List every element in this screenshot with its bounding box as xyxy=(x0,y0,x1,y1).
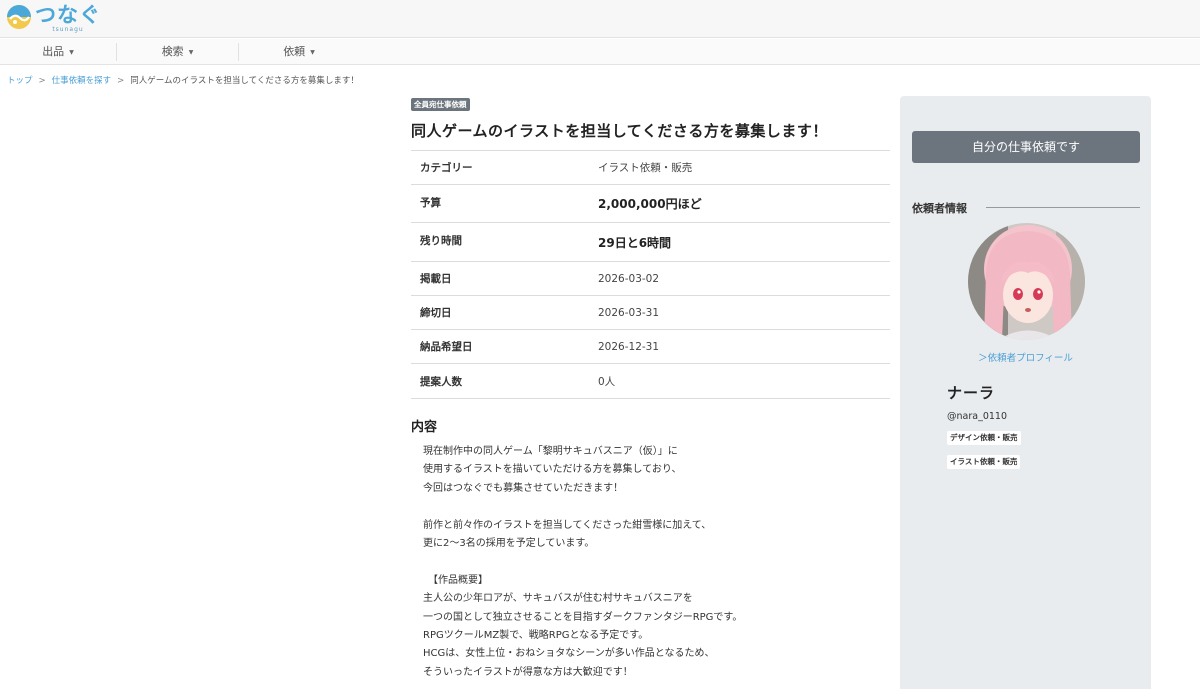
description-line: 更に2〜3名の採用を予定しています。 xyxy=(423,538,595,550)
posted-date-value: 2026-03-02 xyxy=(598,261,890,296)
job-detail: 全員宛仕事依頼 同人ゲームのイラストを担当してくださる方を募集します！ カテゴリ… xyxy=(411,96,891,682)
breadcrumb-separator: > xyxy=(38,76,46,86)
table-row: カテゴリー イラスト依頼・販売 xyxy=(411,150,890,185)
nav-item-listing[interactable]: 出品 ▼ xyxy=(0,39,116,64)
proposal-count-value: 0人 xyxy=(598,363,890,399)
table-row: 予算 2,000,000円ほど xyxy=(411,184,890,223)
description-line: RPGツクールMZ製で、戦略RPGとなる予定です。 xyxy=(423,630,649,642)
budget-label: 予算 xyxy=(411,184,598,223)
heading-divider xyxy=(986,207,1140,208)
job-description: 現在制作中の同人ゲーム「黎明サキュバスニア（仮）」に 使用するイラストを描いてい… xyxy=(411,443,891,682)
requester-tag[interactable]: イラスト依頼・販売 xyxy=(947,455,1021,469)
site-header: つなぐ tsunagu xyxy=(0,0,1200,38)
job-type-badge: 全員宛仕事依頼 xyxy=(411,98,470,111)
breadcrumb: トップ > 仕事依頼を探す > 同人ゲームのイラストを担当してくださる方を募集します！ xyxy=(7,74,359,86)
caret-down-icon: ▼ xyxy=(310,48,315,56)
description-line: 前作と前々作のイラストを担当してくださった紺雪様に加えて、 xyxy=(423,519,712,531)
own-request-button[interactable]: 自分の仕事依頼です xyxy=(912,131,1140,163)
category-value: イラスト依頼・販売 xyxy=(598,150,890,185)
deadline-value: 2026-03-31 xyxy=(598,295,890,330)
logo-mark-icon xyxy=(6,4,32,30)
description-line: 一つの国として独立させることを目指すダークファンタジーRPGです。 xyxy=(423,611,743,623)
delivery-date-label: 納品希望日 xyxy=(411,329,598,364)
content-heading: 内容 xyxy=(411,420,438,435)
nav-item-label: 出品 xyxy=(42,45,65,58)
page-title: 同人ゲームのイラストを担当してくださる方を募集します！ xyxy=(411,122,828,140)
description-line: そういったイラストが得意な方は大歓迎です！ xyxy=(423,666,633,678)
budget-value: 2,000,000円ほど xyxy=(598,184,890,223)
description-line: 主人公の少年ロアが、サキュバスが住む村サキュバスニアを xyxy=(423,593,693,605)
description-line: 【作品概要】 xyxy=(423,574,488,586)
requester-info-heading: 依頼者情報 xyxy=(912,202,967,215)
caret-down-icon: ▼ xyxy=(188,48,194,56)
description-line: 今回はつなぐでも募集させていただきます！ xyxy=(423,482,624,494)
table-row: 納品希望日 2026-12-31 xyxy=(411,329,890,364)
main-nav: 出品 ▼ 検索 ▼ 依頼 ▼ xyxy=(0,39,1200,65)
job-info-table: カテゴリー イラスト依頼・販売 予算 2,000,000円ほど 残り時間 29日… xyxy=(411,150,890,399)
breadcrumb-current: 同人ゲームのイラストを担当してくださる方を募集します！ xyxy=(130,76,359,86)
deadline-label: 締切日 xyxy=(411,295,598,330)
logo-subtext: tsunagu xyxy=(52,26,84,33)
description-line: 現在制作中の同人ゲーム「黎明サキュバスニア（仮）」に xyxy=(423,446,678,457)
caret-down-icon: ▼ xyxy=(69,48,74,56)
table-row: 提案人数 0人 xyxy=(411,363,890,399)
logo-text: つなぐ tsunagu xyxy=(35,4,101,33)
requester-profile-link[interactable]: ＞依頼者プロフィール xyxy=(900,350,1151,364)
avatar-illustration-icon xyxy=(968,223,1085,340)
avatar[interactable] xyxy=(968,223,1085,340)
requester-sidebar: 自分の仕事依頼です 依頼者情報 ＞依頼者プロフィール ナーラ @nara_011… xyxy=(900,96,1151,689)
nav-item-label: 依頼 xyxy=(283,45,306,58)
table-row: 締切日 2026-03-31 xyxy=(411,295,890,330)
breadcrumb-separator: > xyxy=(117,76,125,86)
requester-id: @nara_0110 xyxy=(947,411,1007,422)
description-blank-line xyxy=(423,498,891,516)
logo-wordmark: つなぐ xyxy=(35,3,101,27)
description-blank-line xyxy=(423,553,891,571)
description-line: HCGは、女性上位・おねショタなシーンが多い作品となるため、 xyxy=(423,648,715,660)
delivery-date-value: 2026-12-31 xyxy=(598,329,890,364)
requester-name: ナーラ xyxy=(947,384,996,402)
category-label: カテゴリー xyxy=(411,150,598,185)
time-remaining-label: 残り時間 xyxy=(411,222,598,262)
nav-item-label: 検索 xyxy=(161,45,184,58)
proposal-count-label: 提案人数 xyxy=(411,363,598,399)
nav-item-request[interactable]: 依頼 ▼ xyxy=(239,39,359,64)
time-remaining-value: 29日と6時間 xyxy=(598,222,890,262)
description-line: 使用するイラストを描いていただける方を募集しており、 xyxy=(423,464,682,476)
posted-date-label: 掲載日 xyxy=(411,261,598,296)
site-logo[interactable]: つなぐ tsunagu xyxy=(6,4,101,34)
breadcrumb-parent-link[interactable]: 仕事依頼を探す xyxy=(52,76,112,86)
requester-tag[interactable]: デザイン依頼・販売 xyxy=(947,431,1021,445)
table-row: 残り時間 29日と6時間 xyxy=(411,222,890,262)
table-row: 掲載日 2026-03-02 xyxy=(411,261,890,296)
breadcrumb-home-link[interactable]: トップ xyxy=(7,76,33,86)
nav-item-search[interactable]: 検索 ▼ xyxy=(117,39,238,64)
